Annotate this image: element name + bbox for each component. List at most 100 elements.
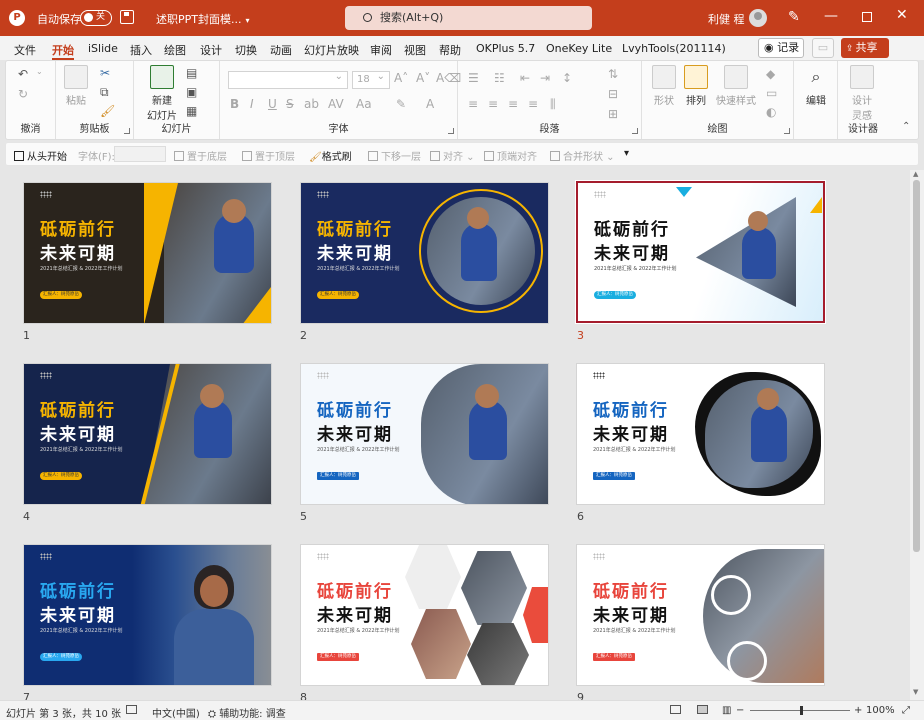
comment-icon[interactable]: ▭ [812,38,834,58]
tab-transitions[interactable]: 切换 [235,42,257,58]
text-direction-icon[interactable]: ⇅ [608,67,618,81]
send-backward-button[interactable]: 下移一层 [368,148,421,163]
share-button[interactable]: ⇪ 共享 [841,38,889,58]
columns-icon[interactable]: ⫼ [550,97,556,112]
align-center-icon[interactable]: ≡ [488,97,498,111]
font-family-select[interactable] [228,69,348,89]
search-input[interactable]: 搜索(Alt+Q) [345,6,592,30]
avatar[interactable] [749,9,767,27]
decrease-indent-icon[interactable]: ⇤ [520,71,530,85]
layout-icon[interactable]: ▤ [186,66,197,80]
spacing-icon[interactable]: ab [304,97,319,111]
tab-animations[interactable]: 动画 [270,42,292,58]
send-to-back-button[interactable]: 置于底层 [174,148,227,163]
zoom-level[interactable]: 100% [866,705,895,716]
bold-icon[interactable]: B [230,97,239,111]
copy-icon[interactable]: ⧉ [100,85,109,100]
design-ideas-button[interactable]: 设计 灵感 [848,65,876,122]
shape-fill-icon[interactable]: ◆ [766,67,775,81]
align-button[interactable]: 对齐 ⌄ [430,148,475,163]
underline-icon[interactable]: U [268,97,277,111]
paste-button[interactable]: 粘贴 [64,65,88,107]
tab-home[interactable]: 开始 [52,42,74,60]
reading-view-icon[interactable]: ▥ [722,705,731,716]
decrease-font-icon[interactable]: A˅ [416,71,430,85]
fit-window-icon[interactable]: ⤢ [902,705,910,716]
customize-qat-icon[interactable]: ▾ [624,148,629,159]
cut-icon[interactable]: ✂ [100,66,110,80]
record-button[interactable]: ◉ 记录 [758,38,804,58]
user-name[interactable]: 利健 程 [708,11,745,27]
reset-icon[interactable]: ▣ [186,85,197,99]
document-title[interactable]: 述职PPT封面模... ▾ [156,11,250,27]
char-spacing-icon[interactable]: AV [328,97,344,111]
minimize-icon[interactable]: — [824,8,838,24]
smartart-icon[interactable]: ⊞ [608,107,618,121]
dialog-launcher-icon[interactable] [784,128,790,134]
slide-thumbnail[interactable]: 砥砺前行 未来可期 2021年总结汇报 & 2022年工作计划 汇报人：树苑原岳 [23,363,272,505]
numbering-icon[interactable]: ☷ [494,71,505,85]
tab-lvyhtools[interactable]: LvyhTools(201114) [622,42,726,55]
chevron-down-icon[interactable]: ⌄ [36,67,43,76]
zoom-in-icon[interactable]: + [854,705,862,716]
align-text-icon[interactable]: ⊟ [608,87,618,101]
section-icon[interactable]: ▦ [186,104,197,118]
slide-thumbnail[interactable]: 砥砺前行 未来可期 2021年总结汇报 & 2022年工作计划 汇报人：树苑原岳 [23,182,272,324]
scroll-up-icon[interactable]: ▲ [913,170,918,178]
tab-insert[interactable]: 插入 [130,42,152,58]
tab-onekey[interactable]: OneKey Lite [546,42,612,55]
align-right-icon[interactable]: ≡ [508,97,518,111]
slide-thumbnail[interactable]: 砥砺前行 未来可期 2021年总结汇报 & 2022年工作计划 汇报人：树苑原岳 [300,182,549,324]
change-case-icon[interactable]: Aa [356,97,372,111]
strikethrough-icon[interactable]: S [286,97,294,111]
merge-shapes-button[interactable]: 合并形状 ⌄ [550,148,615,163]
tab-file[interactable]: 文件 [14,42,36,58]
tab-draw[interactable]: 绘图 [164,42,186,58]
shape-outline-icon[interactable]: ▭ [766,86,777,100]
shape-effects-icon[interactable]: ◐ [766,105,776,119]
spellcheck-icon[interactable] [126,705,137,716]
format-painter-button[interactable]: 🖌格式刷 [309,148,352,163]
start-from-beginning-button[interactable]: 从头开始 [14,148,67,163]
slide-thumbnail[interactable]: 砥砺前行 未来可期 2021年总结汇报 & 2022年工作计划 汇报人：树苑原岳 [576,363,825,505]
slide-thumbnail[interactable]: 砥砺前行 未来可期 2021年总结汇报 & 2022年工作计划 汇报人：树苑原岳 [23,544,272,686]
maximize-icon[interactable] [862,12,872,22]
quick-styles-button[interactable]: 快速样式 [716,65,756,107]
autosave-toggle[interactable]: 关 [80,10,112,26]
font-color-icon[interactable]: A [426,97,434,111]
tab-review[interactable]: 审阅 [370,42,392,58]
normal-view-icon[interactable] [670,705,681,716]
tab-islide[interactable]: iSlide [88,42,118,55]
arrange-button[interactable]: 排列 [682,65,710,107]
bullets-icon[interactable]: ☰ [468,71,479,85]
zoom-out-icon[interactable]: − [736,705,744,716]
slide-thumbnail[interactable]: 砥砺前行 未来可期 2021年总结汇报 & 2022年工作计划 汇报人：树苑原岳 [300,544,549,686]
increase-font-icon[interactable]: A˄ [394,71,408,85]
align-left-icon[interactable]: ≡ [468,97,478,111]
slide-thumbnail[interactable]: 砥砺前行 未来可期 2021年总结汇报 & 2022年工作计划 汇报人：树苑原岳 [300,363,549,505]
scrollbar-thumb[interactable] [913,180,920,552]
close-icon[interactable]: ✕ [896,7,908,23]
tab-okplus[interactable]: OKPlus 5.7 [476,42,535,55]
undo-icon[interactable]: ↶ [18,67,28,81]
dialog-launcher-icon[interactable] [448,128,454,134]
format-painter-icon[interactable]: 🖌 [100,104,115,118]
slide-thumbnail[interactable]: 砥砺前行 未来可期 2021年总结汇报 & 2022年工作计划 汇报人：树苑原岳 [576,544,825,686]
top-align-button[interactable]: 顶端对齐 [484,148,537,163]
highlight-icon[interactable]: ✎ [396,97,406,111]
justify-icon[interactable]: ≡ [528,97,538,111]
line-spacing-icon[interactable]: ↕ [562,71,572,85]
redo-icon[interactable]: ↻ [18,87,28,101]
dialog-launcher-icon[interactable] [632,128,638,134]
vertical-scrollbar[interactable]: ▲ ▼ [910,170,924,700]
tab-slideshow[interactable]: 幻灯片放映 [304,42,359,58]
font-select[interactable] [114,146,166,162]
save-icon[interactable] [120,10,134,24]
italic-icon[interactable]: I [250,97,254,111]
scroll-down-icon[interactable]: ▼ [913,688,918,696]
sorter-view-icon[interactable] [697,705,708,716]
dialog-launcher-icon[interactable] [124,128,130,134]
font-size-select[interactable]: 18 [352,69,390,89]
shapes-button[interactable]: 形状 [650,65,678,107]
language-status[interactable]: 中文(中国) [152,705,200,720]
